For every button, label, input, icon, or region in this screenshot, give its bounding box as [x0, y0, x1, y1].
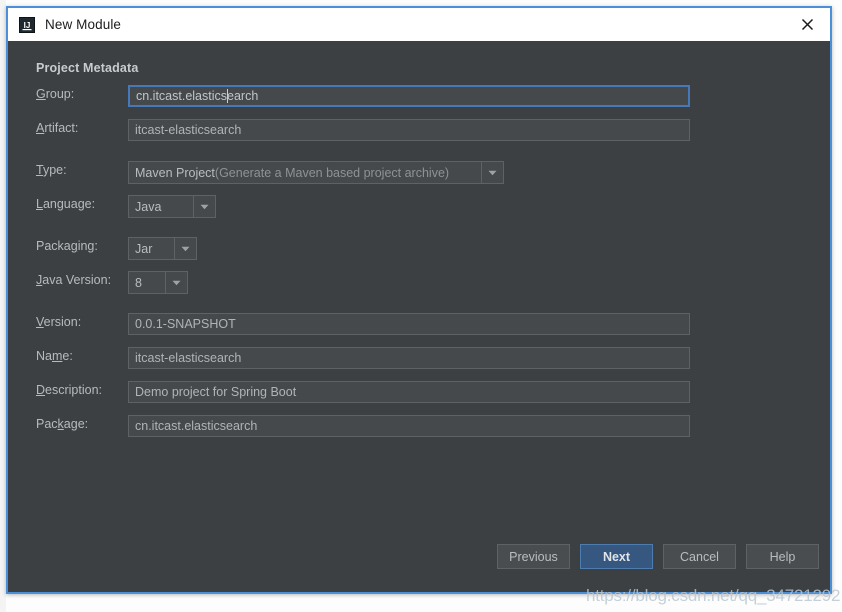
form-row-description: Description: Demo project for Spring Boo… [8, 381, 830, 403]
type-combobox-value: Maven Project (Generate a Maven based pr… [135, 165, 450, 180]
form-row-language: Language: Java [8, 195, 830, 218]
java-version-combobox-value: 8 [135, 275, 142, 290]
type-label: Type: [36, 163, 67, 177]
package-label: Package: [36, 417, 89, 431]
package-input[interactable]: cn.itcast.elasticsearch [128, 415, 690, 437]
version-label: Version: [36, 315, 82, 329]
form-row-name: Name: itcast-elasticsearch [8, 347, 830, 369]
group-input-text-after-caret: earch [227, 89, 259, 103]
java-version-label: Java Version: [36, 273, 112, 287]
artifact-input[interactable]: itcast-elasticsearch [128, 119, 690, 141]
type-combobox[interactable]: Maven Project (Generate a Maven based pr… [128, 161, 504, 184]
form-row-version: Version: 0.0.1-SNAPSHOT [8, 313, 830, 335]
form-row-group: Group: cn.itcast.elastics earch [8, 85, 830, 107]
dialog-titlebar: IJ New Module [8, 8, 830, 41]
description-label: Description: [36, 383, 103, 397]
chevron-down-icon[interactable] [481, 162, 503, 183]
form-row-java-version: Java Version: 8 [8, 271, 830, 294]
close-icon[interactable] [784, 8, 830, 41]
dialog-body: Project Metadata Group: cn.itcast.elasti… [8, 41, 830, 592]
intellij-idea-icon: IJ [19, 16, 35, 33]
section-heading: Project Metadata [36, 61, 139, 75]
group-input[interactable]: cn.itcast.elastics earch [128, 85, 690, 107]
packaging-combobox[interactable]: Jar [128, 237, 197, 260]
dialog-title: New Module [45, 17, 122, 32]
new-module-dialog: IJ New Module Project Metadata Group: cn… [6, 6, 832, 594]
group-label: Group: [36, 87, 75, 101]
form-row-type: Type: Maven Project (Generate a Maven ba… [8, 161, 830, 184]
language-combobox[interactable]: Java [128, 195, 216, 218]
java-version-combobox[interactable]: 8 [128, 271, 188, 294]
description-input[interactable]: Demo project for Spring Boot [128, 381, 690, 403]
name-input[interactable]: itcast-elasticsearch [128, 347, 690, 369]
artifact-label: Artifact: [36, 121, 79, 135]
packaging-combobox-value: Jar [135, 241, 153, 256]
form-row-package: Package: cn.itcast.elasticsearch [8, 415, 830, 437]
chevron-down-icon[interactable] [165, 272, 187, 293]
group-input-text-before-caret: cn.itcast.elastics [136, 89, 228, 103]
language-combobox-value: Java [135, 199, 162, 214]
chevron-down-icon[interactable] [174, 238, 196, 259]
next-button[interactable]: Next [580, 544, 653, 569]
form-row-artifact: Artifact: itcast-elasticsearch [8, 119, 830, 141]
previous-button[interactable]: Previous [497, 544, 570, 569]
dialog-footer: Previous Next Cancel Help [8, 544, 830, 570]
type-combobox-hint: (Generate a Maven based project archive) [214, 165, 450, 180]
form-row-packaging: Packaging: Jar [8, 237, 830, 260]
svg-text:IJ: IJ [24, 21, 31, 30]
chevron-down-icon[interactable] [193, 196, 215, 217]
language-label: Language: [36, 197, 96, 211]
name-label: Name: [36, 349, 73, 363]
packaging-label: Packaging: [36, 239, 98, 253]
cancel-button[interactable]: Cancel [663, 544, 736, 569]
help-button[interactable]: Help [746, 544, 819, 569]
version-input[interactable]: 0.0.1-SNAPSHOT [128, 313, 690, 335]
project-metadata-form: Group: cn.itcast.elastics earch Artifact:… [8, 85, 830, 449]
